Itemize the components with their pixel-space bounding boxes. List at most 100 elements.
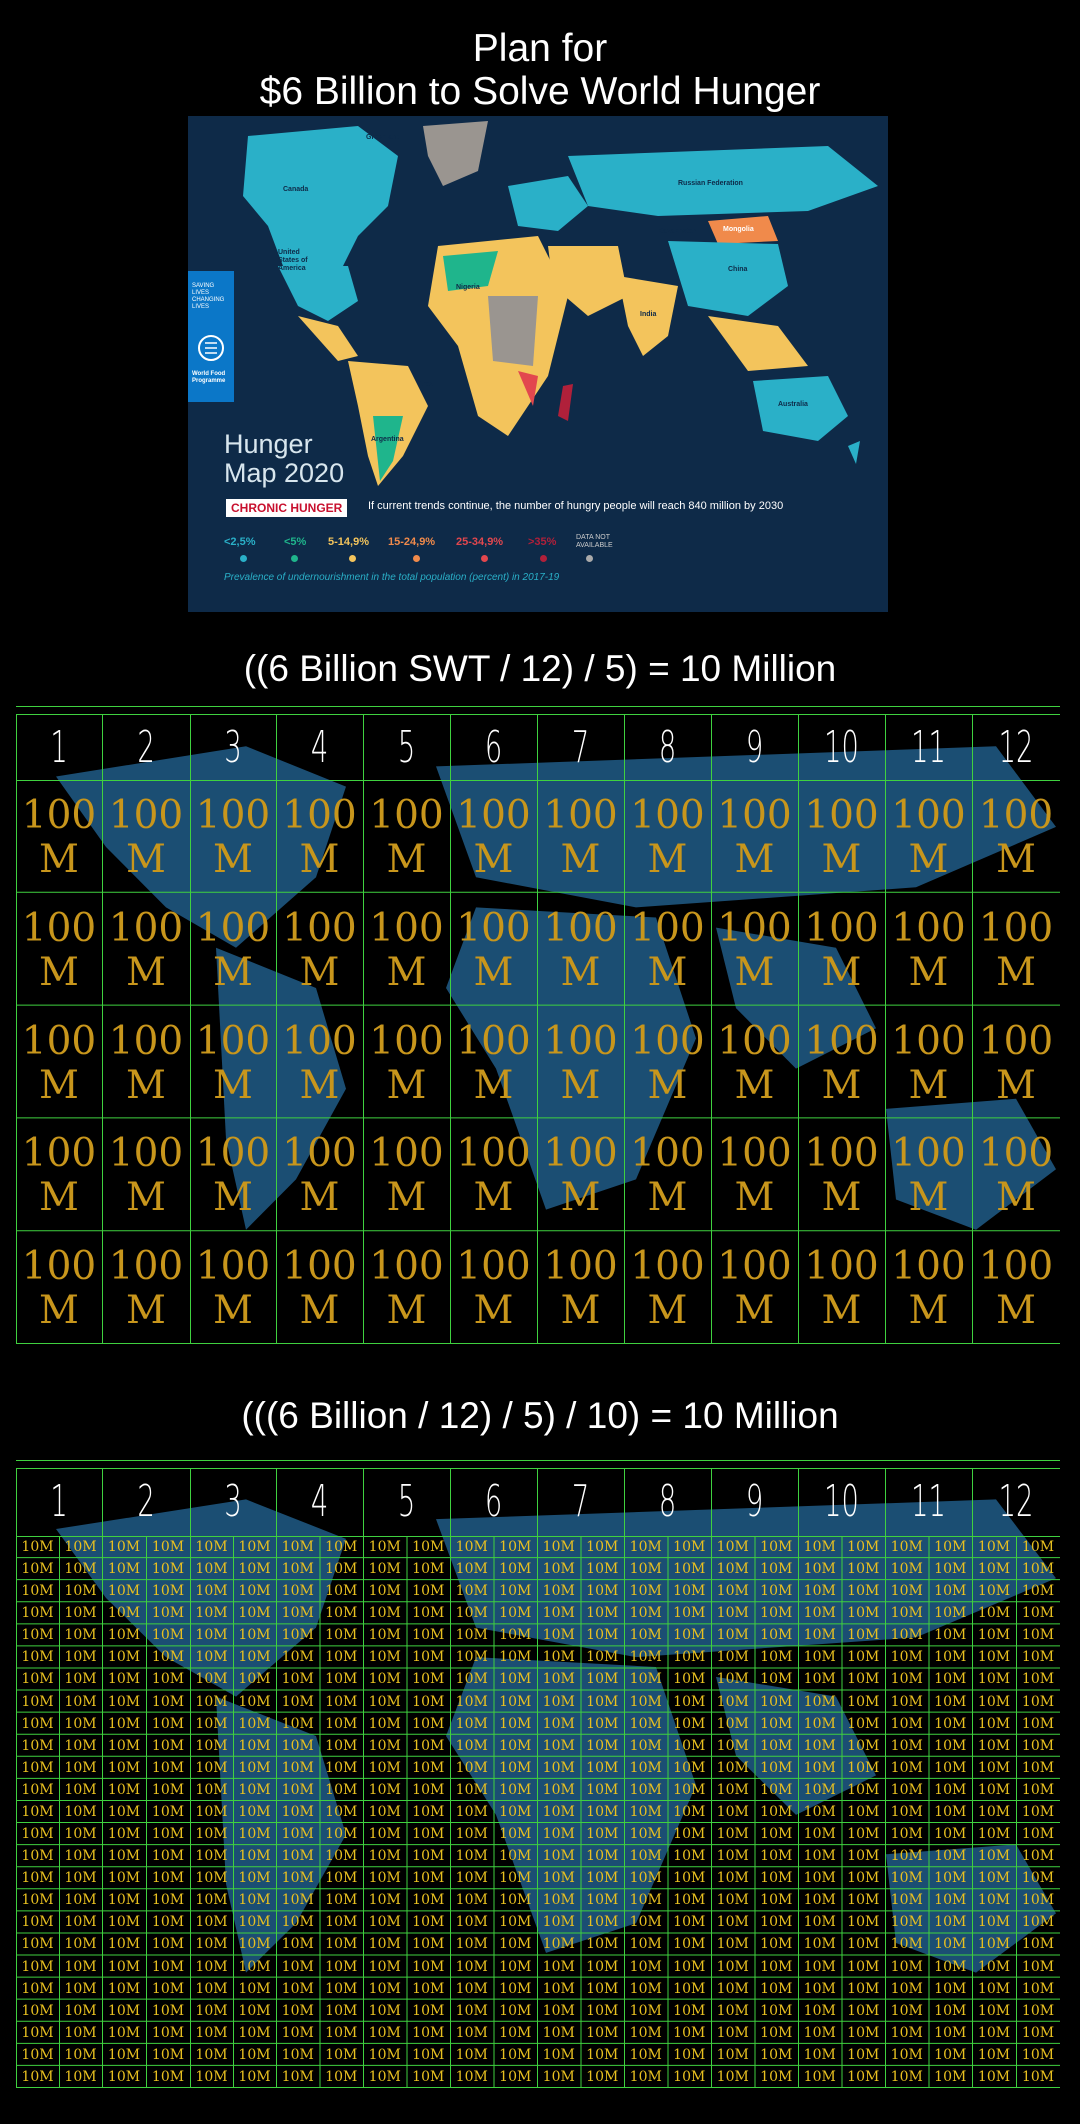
cell-10m: 10M — [542, 1715, 575, 1732]
cell-10m: 10M — [238, 2002, 271, 2019]
cell-10m: 10M — [368, 1759, 401, 1776]
cell-100m: 100 M — [537, 1019, 624, 1108]
cell-10m: 10M — [325, 1627, 358, 1644]
cell-10m: 10M — [977, 1605, 1011, 1622]
chronic-hunger-badge: CHRONIC HUNGER — [226, 499, 348, 517]
cell-10m: 10M — [847, 1715, 880, 1732]
column-number: 6 — [484, 1476, 503, 1527]
cell-10m: 10M — [586, 1759, 619, 1776]
cell-unit: M — [126, 837, 166, 882]
cell-100m: 100 M — [711, 794, 798, 882]
cell-100m: 100 M — [450, 1245, 537, 1333]
cell-10m: 10M — [890, 1605, 923, 1622]
cell-10m: 10M — [760, 2024, 793, 2041]
cell-unit: M — [39, 837, 79, 882]
cell-unit: M — [908, 949, 949, 995]
cell-10m: 10M — [934, 1605, 967, 1622]
cell-10m: 10M — [629, 1958, 662, 1975]
column-number: 12 — [998, 1476, 1034, 1527]
cell-10m: 10M — [716, 1649, 749, 1666]
cell-10m: 10M — [760, 1759, 793, 1776]
cell-10m: 10M — [368, 1693, 401, 1710]
cell-10m: 10M — [21, 2046, 54, 2063]
cell-10m: 10M — [934, 1958, 967, 1975]
cell-10m: 10M — [542, 1803, 575, 1820]
cell-unit: M — [821, 1062, 862, 1108]
cell-10m: 10M — [238, 1693, 271, 1710]
cell-10m: 10M — [281, 1914, 314, 1931]
cell-unit: M — [386, 1062, 427, 1108]
cell-unit: M — [821, 837, 862, 882]
cell-unit: M — [647, 837, 688, 882]
cell-10m: 10M — [455, 1693, 488, 1710]
cell-value: 100 — [195, 1018, 271, 1064]
cell-10m: 10M — [455, 1715, 488, 1732]
cell-10m: 10M — [107, 2024, 141, 2041]
cell-10m: 10M — [890, 2002, 923, 2019]
cell-10m: 10M — [455, 1848, 488, 1865]
cell-100m: 100 M — [102, 1019, 190, 1108]
cell-unit: M — [560, 1175, 601, 1221]
cell-10m: 10M — [803, 1914, 836, 1931]
cell-10m: 10M — [412, 1539, 445, 1555]
cell-10m: 10M — [281, 2024, 314, 2041]
cell-10m: 10M — [934, 1737, 967, 1754]
cell-10m: 10M — [673, 1781, 706, 1798]
cell-10m: 10M — [368, 1781, 401, 1798]
cell-10m: 10M — [195, 1781, 228, 1798]
cell-value: 100 — [978, 1131, 1054, 1177]
cell-10m: 10M — [716, 1759, 749, 1776]
cell-10m: 10M — [21, 1914, 54, 1931]
column-number: 4 — [310, 1476, 329, 1527]
country-label: Nigeria — [456, 284, 480, 291]
cell-10m: 10M — [281, 2068, 314, 2085]
cell-10m: 10M — [195, 1649, 228, 1666]
cell-10m: 10M — [64, 1870, 97, 1887]
cell-value: 100 — [891, 793, 966, 838]
wfp-tagline: SAVING LIVES CHANGING LIVES — [192, 283, 225, 310]
cell-100m: 100 M — [624, 1245, 711, 1333]
cell-10m: 10M — [21, 1737, 54, 1754]
cell-100m: 100 M — [276, 794, 363, 882]
cell-10m: 10M — [890, 1561, 923, 1578]
cell-10m: 10M — [195, 1980, 228, 1997]
cell-10m: 10M — [499, 1892, 532, 1909]
cell-10m: 10M — [281, 1539, 314, 1555]
cell-10m: 10M — [325, 1914, 358, 1931]
cell-10m: 10M — [890, 1848, 923, 1865]
cell-10m: 10M — [455, 1737, 488, 1754]
cell-10m: 10M — [151, 2068, 185, 2085]
cell-10m: 10M — [542, 1737, 575, 1754]
cell-unit: M — [734, 1288, 775, 1334]
cell-10m: 10M — [281, 1803, 314, 1820]
cell-10m: 10M — [107, 1870, 141, 1887]
cell-10m: 10M — [803, 1605, 836, 1622]
cell-unit: M — [560, 1288, 601, 1334]
cell-10m: 10M — [716, 2046, 749, 2063]
cell-10m: 10M — [107, 1980, 141, 1997]
cell-10m: 10M — [455, 1892, 488, 1909]
cell-10m: 10M — [281, 1958, 314, 1975]
cell-100m: 100 M — [972, 1019, 1060, 1108]
cell-10m: 10M — [21, 1583, 54, 1600]
cell-10m: 10M — [760, 2002, 793, 2019]
cell-10m: 10M — [325, 1737, 358, 1754]
cell-10m: 10M — [760, 1803, 793, 1820]
cell-100m: 100 M — [363, 906, 450, 995]
cell-value: 100 — [21, 905, 97, 951]
cell-10m: 10M — [238, 1561, 271, 1578]
cell-unit: M — [908, 1288, 949, 1334]
cell-10m: 10M — [847, 1627, 880, 1644]
cell-10m: 10M — [195, 2002, 228, 2019]
cell-10m: 10M — [21, 1693, 54, 1710]
cell-10m: 10M — [195, 1803, 228, 1820]
cell-10m: 10M — [325, 1693, 358, 1710]
cell-10m: 10M — [760, 1627, 793, 1644]
cell-value: 100 — [717, 905, 792, 951]
cell-10m: 10M — [151, 1980, 185, 1997]
cell-10m: 10M — [368, 1539, 401, 1555]
cell-10m: 10M — [107, 2068, 141, 2085]
map-title: Hunger Map 2020 — [224, 429, 345, 488]
legend-na-label: DATA NOT AVAILABLE — [576, 534, 613, 549]
cell-10m: 10M — [542, 1605, 575, 1622]
